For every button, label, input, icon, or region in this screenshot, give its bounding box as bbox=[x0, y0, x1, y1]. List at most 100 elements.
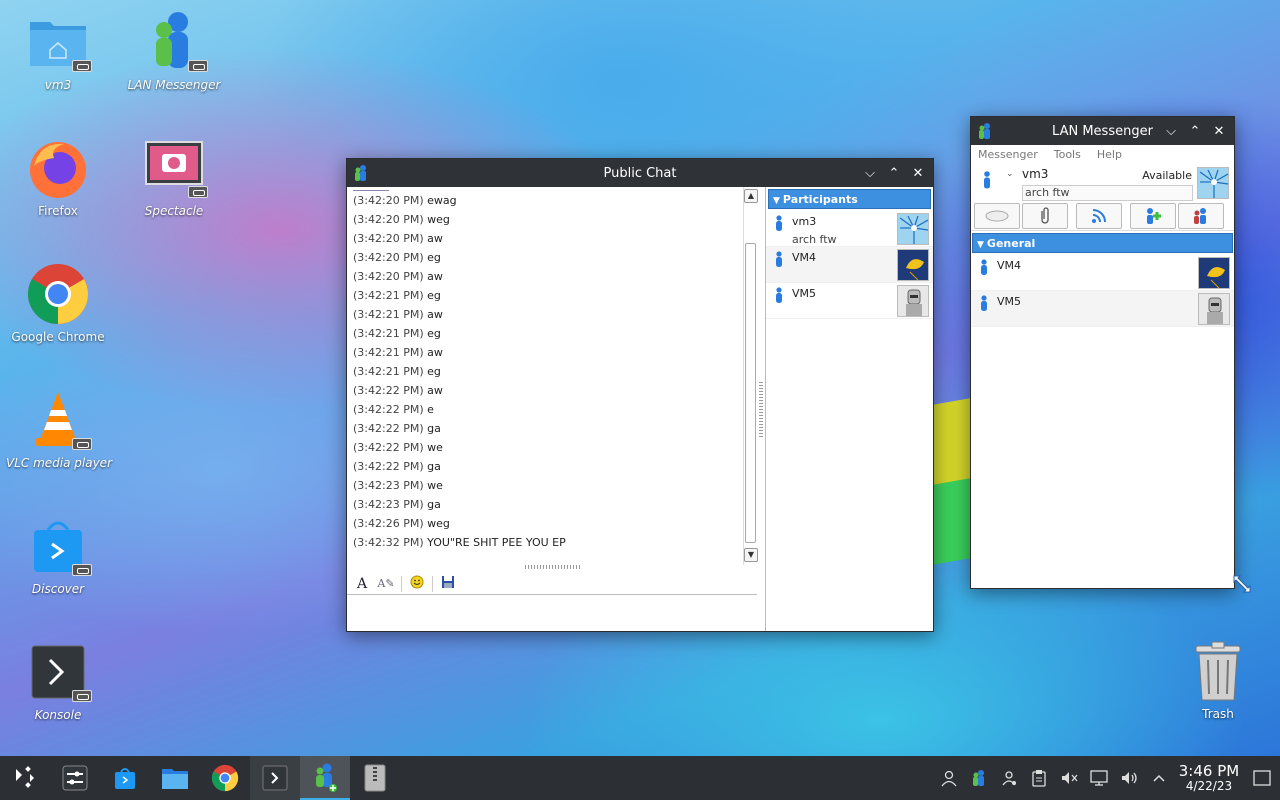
message-timestamp: (3:42:22 PM) bbox=[353, 460, 424, 473]
chat-message: (3:42:32 PM) YOU"RE SHIT PEE YOU EP bbox=[347, 533, 743, 552]
mute-icon[interactable] bbox=[1054, 756, 1084, 800]
public-chat-window[interactable]: Public Chat ⌵ ⌃ ✕ (3:42:20 PM) ewag (3:42… bbox=[346, 158, 934, 632]
archive-icon bbox=[364, 764, 386, 792]
menu-tools[interactable]: Tools bbox=[1054, 148, 1081, 161]
tray-expand-icon[interactable] bbox=[1144, 756, 1174, 800]
contact-name: VM5 bbox=[997, 295, 1022, 308]
clock[interactable]: 3:46 PM 4/22/23 bbox=[1174, 763, 1244, 793]
minimize-button[interactable]: ⌵ bbox=[1162, 122, 1180, 140]
broadcast-button[interactable] bbox=[1076, 203, 1122, 229]
menu-bar: Messenger Tools Help bbox=[971, 145, 1234, 163]
chat-message: (3:42:21 PM) eg bbox=[347, 324, 743, 343]
clock-time: 3:46 PM bbox=[1178, 762, 1240, 780]
user-switch-icon[interactable] bbox=[994, 756, 1024, 800]
desktop-icon-vlc[interactable]: VLC media player bbox=[6, 388, 112, 470]
avatar bbox=[897, 249, 929, 281]
contact-name: VM4 bbox=[997, 259, 1022, 272]
minimize-button[interactable]: ⌵ bbox=[861, 164, 879, 182]
taskbar-file-manager[interactable] bbox=[150, 756, 200, 800]
message-text: ga bbox=[427, 498, 441, 511]
chat-message: (3:42:21 PM) aw bbox=[347, 305, 743, 324]
taskbar-settings[interactable] bbox=[50, 756, 100, 800]
desktop-icon-home[interactable]: vm3 bbox=[6, 10, 110, 92]
add-contact-button[interactable] bbox=[1130, 203, 1176, 229]
message-text: YOU"RE SHIT PEE YOU EP bbox=[427, 536, 566, 549]
discover-icon bbox=[115, 768, 135, 789]
contact-row[interactable]: VM4 bbox=[971, 255, 1234, 291]
participant-status: arch ftw bbox=[792, 233, 837, 246]
scroll-thumb[interactable] bbox=[745, 243, 756, 543]
font-color-icon[interactable]: A✎ bbox=[377, 575, 395, 593]
my-status[interactable]: Available bbox=[1142, 169, 1192, 182]
user-icon bbox=[776, 287, 782, 303]
lan-messenger-icon bbox=[316, 763, 337, 792]
lan-messenger-window[interactable]: LAN Messenger ⌵ ⌃ ✕ Messenger Tools Help… bbox=[970, 116, 1235, 589]
avatar[interactable] bbox=[1197, 167, 1229, 199]
my-name[interactable]: vm3 bbox=[1022, 167, 1048, 181]
chat-message: (3:42:21 PM) eg bbox=[347, 286, 743, 305]
chat-titlebar[interactable]: Public Chat ⌵ ⌃ ✕ bbox=[347, 159, 933, 187]
lan-titlebar[interactable]: LAN Messenger ⌵ ⌃ ✕ bbox=[971, 117, 1234, 145]
desktop-icon-chrome[interactable]: Google Chrome bbox=[6, 262, 110, 344]
smiley-icon[interactable] bbox=[408, 575, 426, 593]
message-timestamp: (3:42:21 PM) bbox=[353, 289, 424, 302]
scroll-down-button[interactable]: ▼ bbox=[744, 548, 758, 562]
status-dropdown-icon[interactable]: ⌄ bbox=[1006, 169, 1014, 179]
file-transfer-button[interactable] bbox=[1022, 203, 1068, 229]
taskbar-chrome[interactable] bbox=[200, 756, 250, 800]
desktop-icon-konsole[interactable]: Konsole bbox=[6, 640, 110, 722]
desktop-icon-lan-messenger[interactable]: LAN Messenger bbox=[122, 10, 226, 92]
status-note-field[interactable]: arch ftw bbox=[1022, 185, 1193, 201]
chat-room-button[interactable] bbox=[974, 203, 1020, 229]
menu-help[interactable]: Help bbox=[1097, 148, 1122, 161]
group-header-label: General bbox=[986, 237, 1036, 250]
close-button[interactable]: ✕ bbox=[909, 164, 927, 182]
clipboard-icon[interactable] bbox=[1024, 756, 1054, 800]
chat-message: (3:42:22 PM) e bbox=[347, 400, 743, 419]
message-text: weg bbox=[427, 517, 450, 530]
taskbar-discover[interactable] bbox=[100, 756, 150, 800]
font-icon[interactable]: A bbox=[353, 575, 371, 593]
close-button[interactable]: ✕ bbox=[1210, 122, 1228, 140]
taskbar-lan-messenger[interactable] bbox=[300, 756, 350, 800]
participant-row[interactable]: vm3 arch ftw bbox=[766, 211, 933, 247]
user-icon bbox=[981, 295, 987, 311]
network-icon[interactable] bbox=[1084, 756, 1114, 800]
chat-log[interactable]: (3:42:20 PM) ewag (3:42:20 PM) weg (3:42:2… bbox=[347, 187, 743, 565]
participant-row[interactable]: VM4 bbox=[766, 247, 933, 283]
lan-messenger-tray-icon[interactable] bbox=[964, 756, 994, 800]
taskbar-archive-manager[interactable] bbox=[350, 756, 400, 800]
desktop-icon-firefox[interactable]: Firefox bbox=[6, 136, 110, 218]
participant-row[interactable]: VM5 bbox=[766, 283, 933, 319]
message-timestamp: (3:42:23 PM) bbox=[353, 479, 424, 492]
message-text: eg bbox=[427, 327, 441, 340]
maximize-button[interactable]: ⌃ bbox=[1186, 122, 1204, 140]
scroll-up-button[interactable]: ▲ bbox=[744, 189, 758, 203]
save-icon[interactable] bbox=[439, 575, 457, 593]
chat-message: (3:42:23 PM) ga bbox=[347, 495, 743, 514]
group-button[interactable] bbox=[1178, 203, 1224, 229]
konsole-icon bbox=[26, 640, 92, 704]
desktop-icon-trash[interactable]: Trash bbox=[1166, 640, 1270, 721]
desktop-icon-spectacle[interactable]: Spectacle bbox=[122, 136, 226, 218]
taskbar-konsole[interactable] bbox=[250, 756, 300, 800]
vertical-splitter[interactable] bbox=[757, 187, 765, 631]
desktop-icon-label: Konsole bbox=[34, 708, 82, 722]
desktop-icon-label: Firefox bbox=[38, 204, 78, 218]
contact-row[interactable]: VM5 bbox=[971, 291, 1234, 327]
group-header-general[interactable]: ▼ General bbox=[972, 233, 1233, 253]
system-tray: 3:46 PM 4/22/23 bbox=[934, 756, 1280, 800]
volume-icon[interactable] bbox=[1114, 756, 1144, 800]
horizontal-splitter[interactable] bbox=[525, 565, 581, 569]
message-input[interactable] bbox=[347, 597, 765, 631]
user-tray-icon[interactable] bbox=[934, 756, 964, 800]
application-launcher[interactable] bbox=[0, 756, 50, 800]
menu-messenger[interactable]: Messenger bbox=[978, 148, 1038, 161]
message-timestamp: (3:42:20 PM) bbox=[353, 213, 424, 226]
chat-scrollbar[interactable]: ▲ ▼ bbox=[743, 187, 758, 565]
participants-header[interactable]: ▼ Participants bbox=[768, 189, 931, 209]
format-toolbar: A A✎ bbox=[347, 573, 757, 595]
desktop-icon-discover[interactable]: Discover bbox=[6, 514, 110, 596]
maximize-button[interactable]: ⌃ bbox=[885, 164, 903, 182]
show-desktop-button[interactable] bbox=[1244, 756, 1280, 800]
